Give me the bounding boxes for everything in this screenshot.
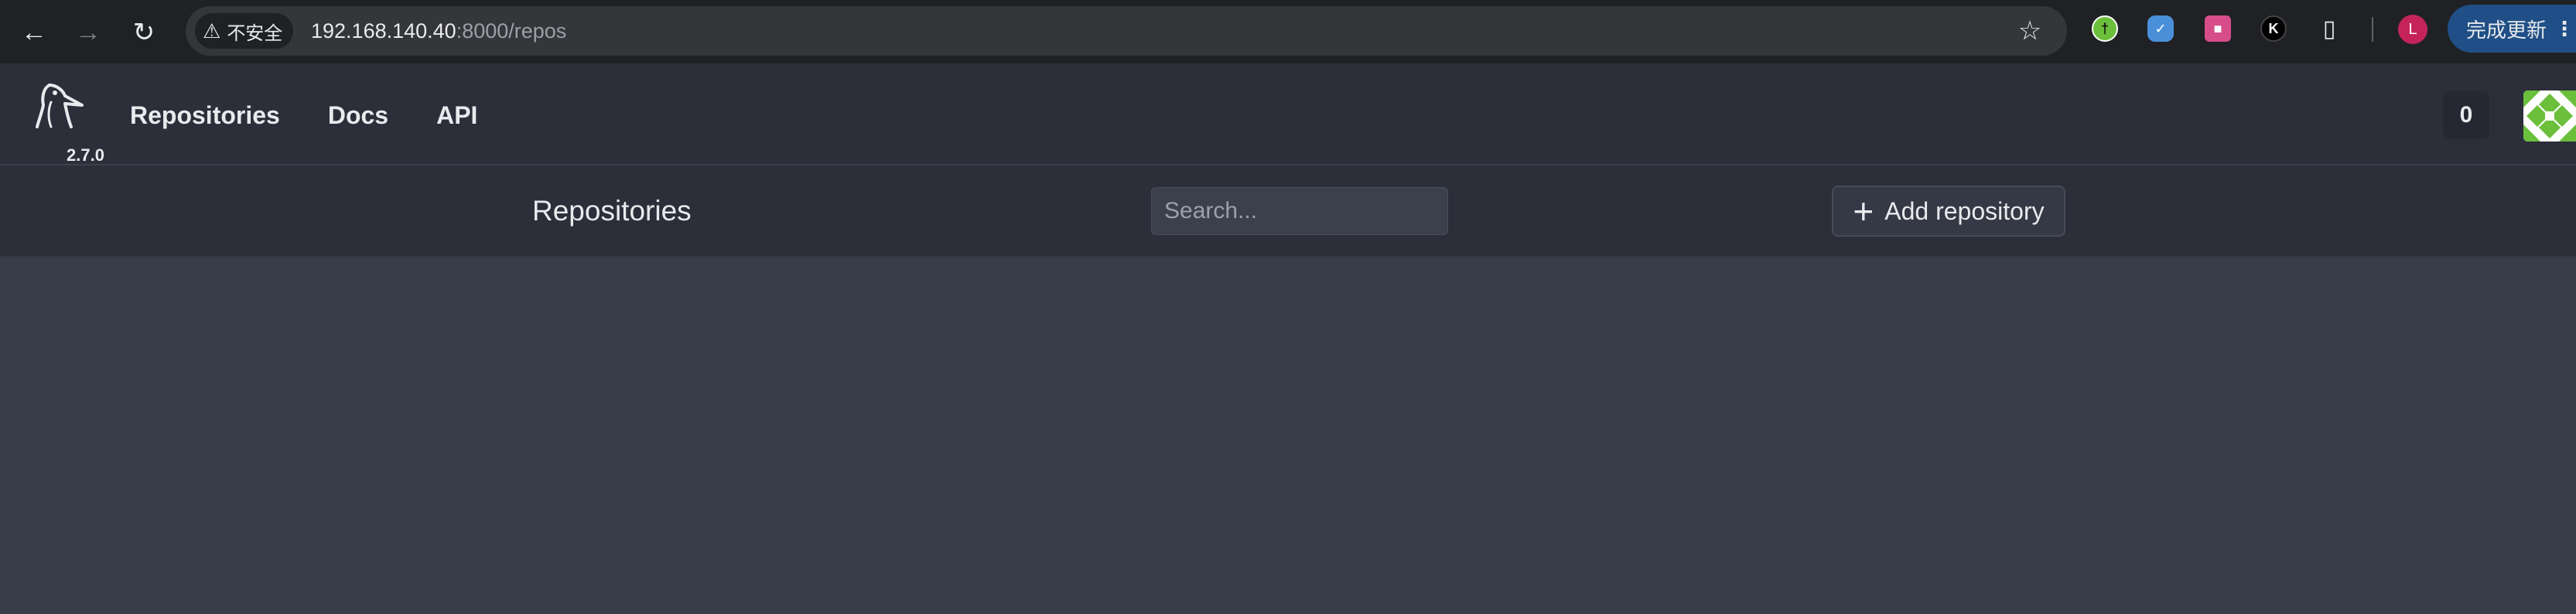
logo[interactable]: 2.7.0 [31, 82, 104, 165]
add-repository-label: Add repository [1884, 196, 2045, 225]
more-vertical-icon: ⋮ [2554, 16, 2575, 40]
url-path: :8000/repos [456, 19, 567, 43]
app-header: 2.7.0 Repositories Docs API 0 [0, 65, 2576, 165]
extension-icon-2[interactable]: ✓ [2147, 15, 2174, 42]
user-avatar[interactable] [2523, 90, 2576, 142]
penguin-logo-icon [36, 84, 84, 128]
browser-toolbar: ← → ↻ ⚠ 不安全 192.168.140.40:8000/repos ☆ … [0, 0, 2576, 65]
extension-icon-1[interactable]: † [2092, 15, 2118, 42]
reload-icon: ↻ [132, 18, 155, 47]
arrow-right-icon: → [75, 17, 101, 47]
security-label: 不安全 [227, 22, 283, 44]
profile-avatar[interactable]: L [2398, 15, 2427, 44]
star-icon: ☆ [2017, 16, 2042, 46]
url-text[interactable]: 192.168.140.40:8000/repos [311, 6, 566, 56]
plus-icon: + [1853, 191, 1874, 231]
main-nav: Repositories Docs API [130, 65, 525, 165]
nav-api[interactable]: API [436, 101, 477, 130]
puzzle-icon[interactable]: ▯ [2316, 15, 2342, 42]
address-bar[interactable]: ⚠ 不安全 192.168.140.40:8000/repos ☆ [186, 6, 2067, 56]
reload-button[interactable]: ↻ [124, 12, 164, 53]
back-button[interactable]: ← [14, 12, 54, 53]
warning-triangle-icon: ⚠ [203, 19, 221, 43]
page-toolbar: Repositories + Add repository [0, 165, 2576, 257]
update-label: 完成更新 [2466, 18, 2547, 42]
page-title: Repositories [532, 195, 692, 227]
security-chip[interactable]: ⚠ 不安全 [195, 13, 294, 49]
extension-icon-3[interactable]: ■ [2205, 15, 2231, 42]
repository-list-area [0, 257, 2576, 614]
forward-button[interactable]: → [68, 12, 108, 53]
arrow-left-icon: ← [21, 17, 47, 47]
notifications-button[interactable]: 0 [2443, 91, 2489, 139]
search-input[interactable] [1151, 187, 1448, 235]
toolbar-divider [2372, 17, 2373, 42]
identicon-icon [2523, 90, 2576, 142]
nav-repositories[interactable]: Repositories [130, 101, 280, 130]
update-button[interactable]: 完成更新 ⋮ [2448, 5, 2576, 53]
add-repository-button[interactable]: + Add repository [1832, 186, 2065, 237]
url-host: 192.168.140.40 [311, 19, 456, 43]
extension-icon-4[interactable]: K [2260, 15, 2287, 42]
app-version: 2.7.0 [67, 145, 104, 165]
nav-docs[interactable]: Docs [328, 101, 388, 130]
bookmark-button[interactable]: ☆ [2013, 14, 2047, 48]
